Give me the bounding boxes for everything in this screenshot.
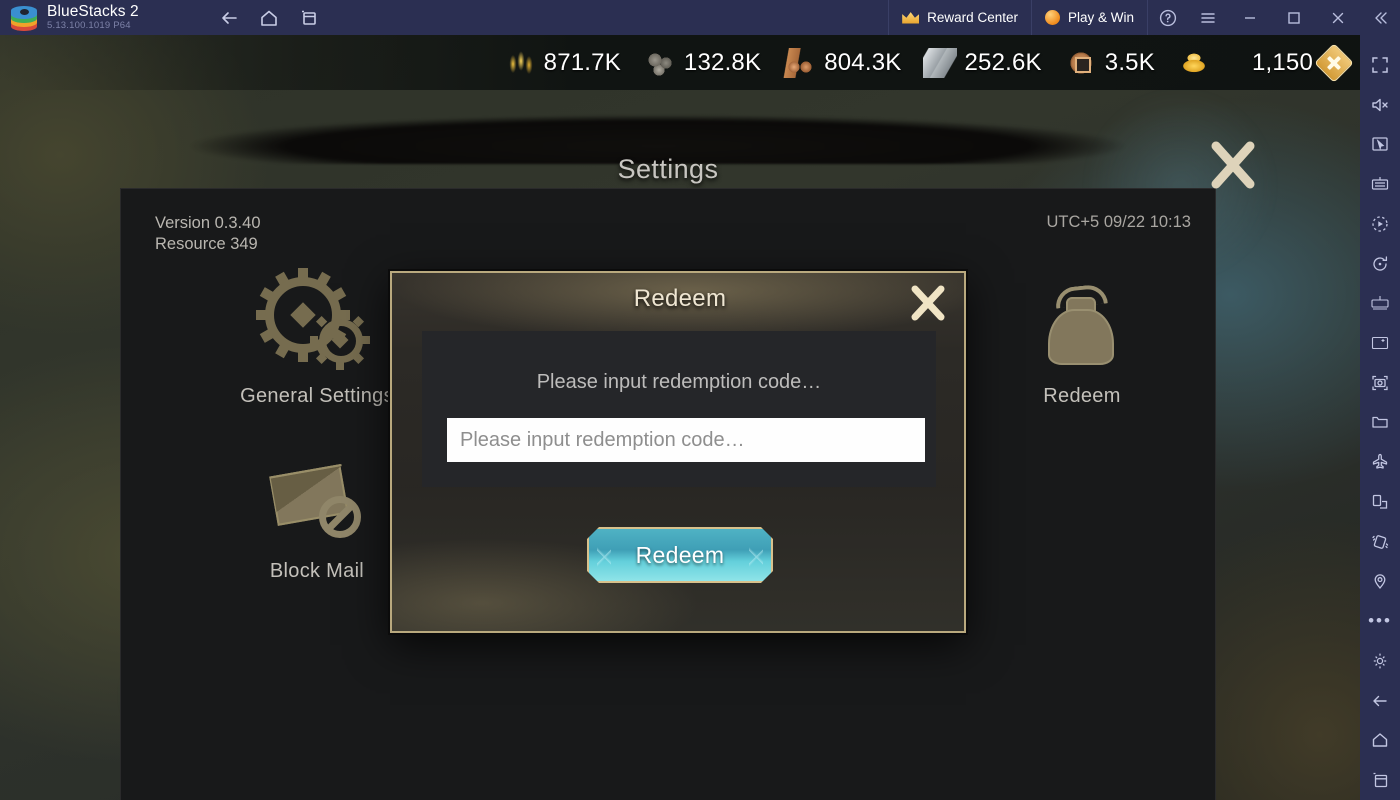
crown-icon (902, 12, 920, 24)
app-identity: BlueStacks 2 5.13.100.1019 P64 (47, 3, 139, 32)
home-icon[interactable] (249, 0, 289, 35)
option-label: Redeem (1043, 385, 1121, 407)
location-icon[interactable] (1360, 562, 1400, 602)
settings-close-icon[interactable] (1200, 132, 1266, 198)
help-icon[interactable] (1148, 0, 1188, 35)
bluestacks-titlebar: BlueStacks 2 5.13.100.1019 P64 Reward Ce… (0, 0, 1400, 35)
back-icon[interactable] (1360, 681, 1400, 721)
dialog-hint: Please input redemption code… (536, 371, 822, 393)
page-title: Settings (617, 154, 719, 184)
play-and-win-label: Play & Win (1067, 10, 1134, 25)
dialog-close-icon[interactable] (904, 279, 952, 327)
gold-ingot-icon (1176, 47, 1211, 78)
resource-value: 252.6K (964, 48, 1042, 76)
screenshot-icon[interactable] (1360, 363, 1400, 403)
redeem-submit-button[interactable]: Redeem (587, 527, 773, 583)
rotate-icon[interactable] (1360, 244, 1400, 284)
close-icon[interactable] (1316, 0, 1360, 35)
multi-window-icon[interactable] (1360, 482, 1400, 522)
more-icon[interactable]: ••• (1360, 601, 1400, 641)
collapse-sidebar-icon[interactable] (1360, 0, 1400, 35)
wood-icon (783, 47, 818, 78)
resource-iron[interactable]: 252.6K (923, 47, 1042, 78)
redeem-dialog: Redeem Please input redemption code… Red… (390, 271, 966, 633)
play-and-win-button[interactable]: Play & Win (1030, 0, 1148, 35)
mmorpg-mode-icon[interactable] (1360, 283, 1400, 323)
orange-coin-icon (1044, 10, 1060, 25)
server-time: UTC+5 09/22 10:13 (1046, 213, 1191, 231)
coin-icon (1063, 47, 1098, 78)
app-name: BlueStacks 2 (47, 3, 139, 20)
game-viewport[interactable]: 871.7K 132.8K 804.3K 252.6K 3.5K 1,150 S… (0, 35, 1360, 800)
blocked-mail-icon (257, 444, 377, 554)
screen: BlueStacks 2 5.13.100.1019 P64 Reward Ce… (0, 0, 1400, 800)
reward-center-label: Reward Center (927, 10, 1018, 25)
cursor-icon[interactable] (1360, 124, 1400, 164)
media-folder-icon[interactable] (1360, 403, 1400, 443)
multi-instance-icon[interactable] (289, 0, 329, 35)
bluestacks-sidebar: ••• (1360, 35, 1400, 800)
resource-gold[interactable]: 1,150 (1176, 42, 1354, 83)
option-label: Block Mail (269, 560, 365, 582)
redemption-code-input[interactable] (447, 418, 925, 462)
settings-meta-left: Version 0.3.40 Resource 349 (155, 213, 261, 255)
back-icon[interactable] (209, 0, 249, 35)
airplane-mode-icon[interactable] (1360, 442, 1400, 482)
gears-icon (256, 268, 377, 379)
menu-icon[interactable] (1188, 0, 1228, 35)
iron-icon (923, 47, 958, 78)
gem-plus-icon[interactable] (1314, 42, 1354, 83)
option-general-settings[interactable]: General Settings (217, 268, 417, 408)
option-redeem[interactable]: Redeem (982, 269, 1182, 408)
resource-value: 804.3K (824, 48, 902, 76)
resource-value: 3.5K (1104, 48, 1155, 76)
dialog-title: Redeem (633, 285, 727, 312)
resource-coin[interactable]: 3.5K (1063, 47, 1155, 78)
bluestacks-logo-icon (11, 5, 37, 31)
pouch-icon (1022, 269, 1142, 379)
dialog-input-area: Please input redemption code… (422, 331, 936, 487)
resource-value: 1,150 (1251, 48, 1313, 76)
shake-icon[interactable] (1360, 522, 1400, 562)
keyboard-controls-icon[interactable] (1360, 164, 1400, 204)
wheat-icon (502, 47, 537, 78)
option-label: General Settings (240, 385, 394, 407)
resource-stone[interactable]: 132.8K (642, 47, 762, 78)
option-block-mail[interactable]: Block Mail (217, 444, 417, 583)
app-version: 5.13.100.1019 P64 (47, 20, 131, 31)
home-icon[interactable] (1360, 720, 1400, 760)
recents-icon[interactable] (1360, 760, 1400, 800)
resource-version: Resource 349 (155, 235, 258, 253)
settings-gear-icon[interactable] (1360, 641, 1400, 681)
chevron-left-decor-icon (597, 537, 611, 577)
resource-bar: 871.7K 132.8K 804.3K 252.6K 3.5K 1,150 (0, 35, 1360, 90)
fullscreen-icon[interactable] (1360, 45, 1400, 85)
resource-value: 871.7K (543, 48, 621, 76)
rpk-icon[interactable] (1360, 323, 1400, 363)
stone-icon (642, 47, 677, 78)
maximize-icon[interactable] (1272, 0, 1316, 35)
resource-wood[interactable]: 804.3K (783, 47, 902, 78)
chevron-right-decor-icon (749, 537, 763, 577)
resource-value: 132.8K (683, 48, 762, 76)
mute-icon[interactable] (1360, 85, 1400, 125)
minimize-icon[interactable] (1228, 0, 1272, 35)
more-dots: ••• (1368, 611, 1392, 631)
reward-center-button[interactable]: Reward Center (888, 0, 1031, 35)
game-version: Version 0.3.40 (155, 214, 261, 232)
resource-food[interactable]: 871.7K (502, 47, 621, 78)
redeem-submit-label: Redeem (635, 541, 725, 568)
macro-play-icon[interactable] (1360, 204, 1400, 244)
